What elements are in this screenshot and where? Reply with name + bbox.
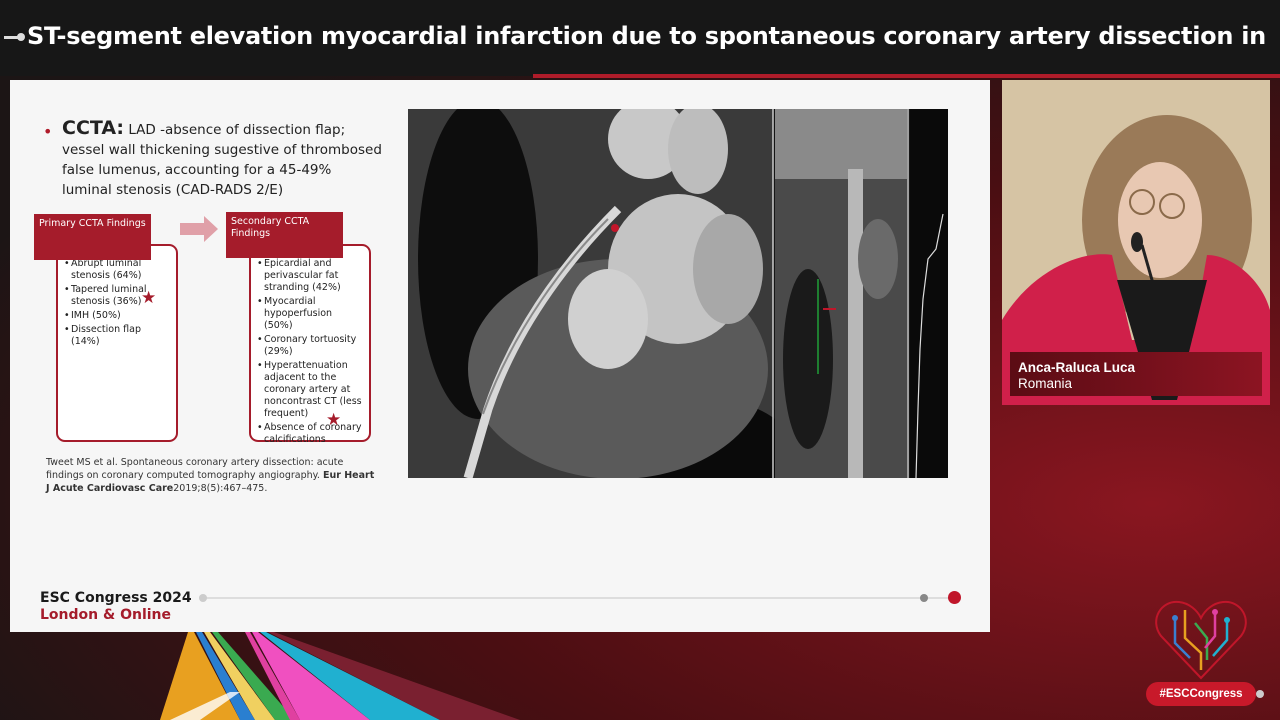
primary-findings-header: Primary CCTA Findings [34,214,151,260]
arrow-right-icon [180,216,218,242]
secondary-findings-header: Secondary CCTA Findings [226,212,343,258]
secondary-findings-box: Epicardial and perivascular fat strandin… [249,244,371,445]
esc-heart-logo-icon [1155,600,1247,680]
citation: Tweet MS et al. Spontaneous coronary art… [46,456,376,495]
list-item: Coronary tortuosity (29%) [257,334,363,358]
star-icon: ★ [326,410,342,430]
list-item: Myocardial hypoperfusion (50%) [257,296,363,332]
list-item: IMH (50%) [64,310,170,322]
hashtag-badge: #ESCCongress [1146,682,1256,706]
list-item: Dissection flap (14%) [64,324,170,348]
citation-tail: 2019;8(5):467–475. [173,483,268,494]
primary-findings-box: Abrupt luminal stenosis (64%) Tapered lu… [56,244,178,442]
hashtag-dot [1256,690,1264,698]
ccta-paragraph: CCTA: LAD -absence of dissection flap; v… [62,118,382,200]
ct-scan-image [408,109,948,478]
session-title: ST-segment elevation myocardial infarcti… [27,22,1267,50]
esc-logo-title: ESC Congress 2024 [40,590,192,606]
presentation-slide: • CCTA: LAD -absence of dissection flap;… [10,80,990,632]
speaker-name: Anca-Raluca Luca [1018,360,1136,375]
progress-start-dot [199,594,207,602]
list-item: Hyperattenuation adjacent to the coronar… [257,360,363,420]
slide-progress-track [205,597,955,599]
list-item: Epicardial and perivascular fat strandin… [257,258,363,294]
title-accent-bar [533,74,1280,78]
decorative-stripes [160,632,520,720]
speaker-country: Romania [1018,376,1073,391]
list-item: Abrupt luminal stenosis (64%) [64,258,170,282]
star-icon: ★ [141,288,157,308]
list-item: Absence of coronary calcifications [257,422,363,446]
ccta-heading: CCTA: [62,117,125,139]
esc-logo-subtitle: London & Online [40,607,171,623]
progress-end-dot [948,591,961,604]
title-bullet-icon [4,33,25,41]
citation-text: Tweet MS et al. Spontaneous coronary art… [46,457,344,481]
bullet-icon: • [43,122,53,141]
title-bar: ST-segment elevation myocardial infarcti… [0,0,1280,76]
progress-marker-dot [920,594,928,602]
